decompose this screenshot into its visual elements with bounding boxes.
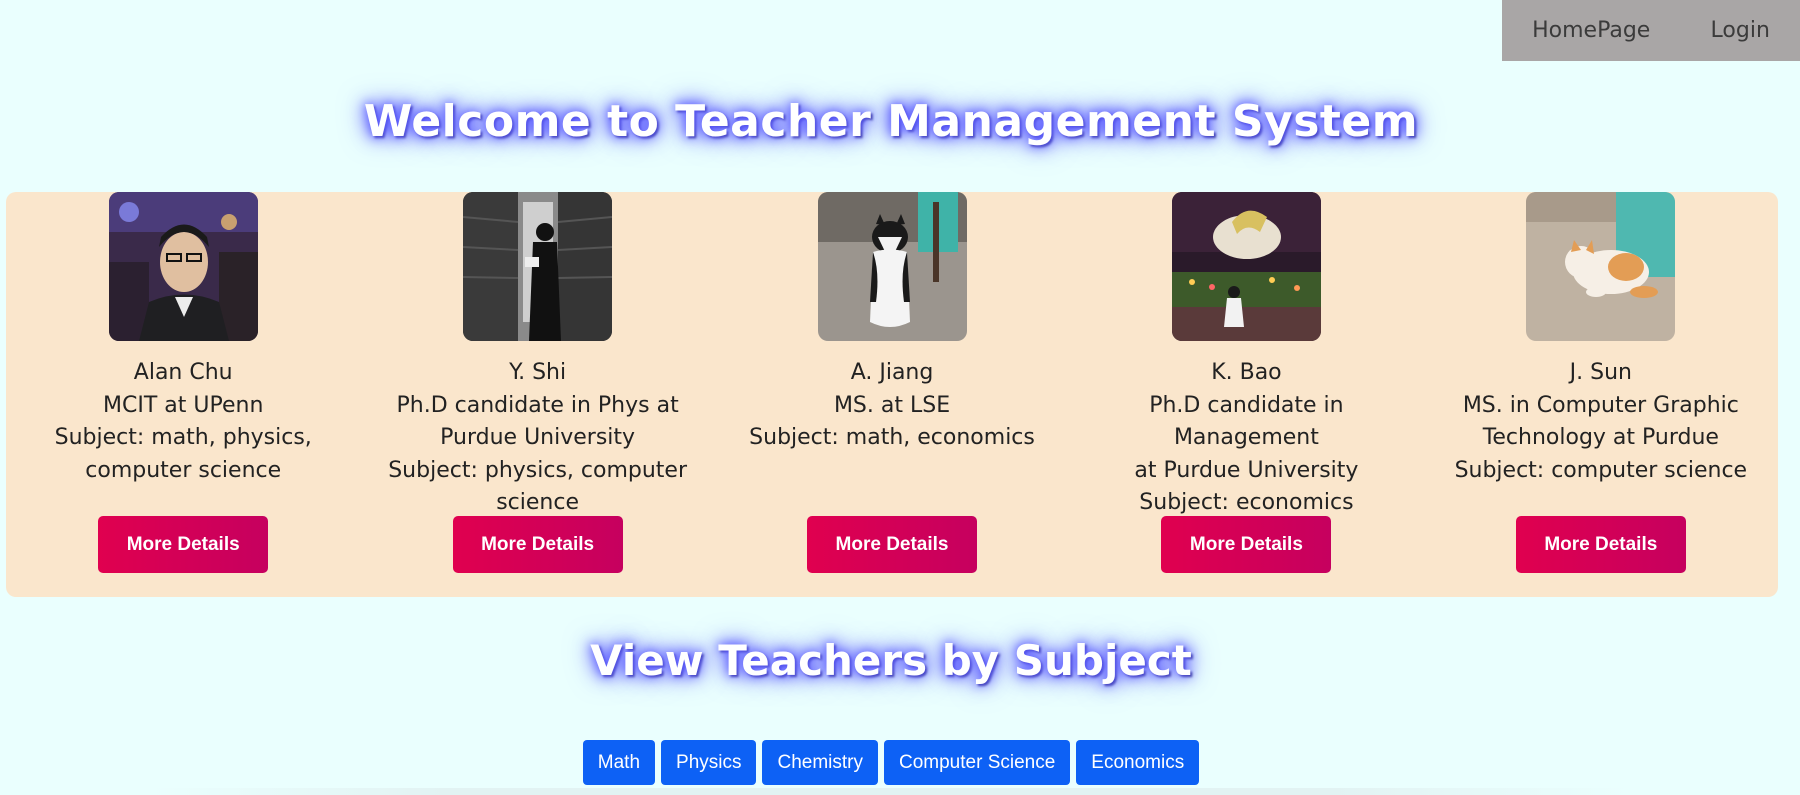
teacher-photo-y-shi bbox=[463, 192, 613, 341]
teacher-photo-k-bao bbox=[1171, 192, 1321, 341]
teacher-name: J. Sun bbox=[1569, 360, 1632, 385]
teacher-detail: MS. at LSE bbox=[833, 392, 951, 418]
teacher-detail: Technology at Purdue bbox=[1482, 425, 1719, 450]
page-title: Welcome to Teacher Management System bbox=[363, 96, 1419, 147]
teacher-detail: Subject: math, economics bbox=[749, 425, 1035, 450]
teacher-detail: MCIT at UPenn bbox=[103, 392, 264, 418]
more-details-button[interactable]: More Details bbox=[807, 516, 978, 573]
teacher-name: A. Jiang bbox=[850, 360, 934, 385]
teacher-detail: Purdue University bbox=[440, 425, 636, 450]
teacher-photo-a-jiang bbox=[817, 192, 967, 341]
subject-button-chemistry[interactable]: Chemistry bbox=[762, 740, 878, 785]
teacher-info: Alan Chu MCIT at UPenn Subject: math, ph… bbox=[13, 357, 353, 487]
subject-button-computer-science[interactable]: Computer Science bbox=[884, 740, 1071, 785]
teacher-card: J. Sun MS. in Computer Graphic Technolog… bbox=[1424, 192, 1778, 597]
teacher-photo-j-sun bbox=[1526, 192, 1676, 341]
teacher-card: Alan Chu MCIT at UPenn Subject: math, ph… bbox=[6, 192, 360, 597]
teacher-name: K. Bao bbox=[1211, 360, 1282, 385]
teacher-detail: Subject: math, physics, bbox=[54, 425, 312, 450]
subject-section-title: View Teachers by Subject bbox=[590, 636, 1192, 685]
top-nav: HomePage Login bbox=[1502, 0, 1800, 61]
teacher-name: Y. Shi bbox=[509, 360, 567, 385]
teacher-detail: Subject: physics, computer bbox=[388, 457, 687, 483]
homepage-link[interactable]: HomePage bbox=[1532, 18, 1650, 43]
more-details-button[interactable]: More Details bbox=[98, 516, 269, 573]
more-details-button[interactable]: More Details bbox=[452, 516, 623, 573]
bottom-divider bbox=[150, 788, 1630, 795]
teacher-detail: MS. in Computer Graphic bbox=[1462, 392, 1739, 418]
teacher-info: Y. Shi Ph.D candidate in Phys at Purdue … bbox=[368, 357, 708, 520]
teacher-info: K. Bao Ph.D candidate in Management at P… bbox=[1076, 357, 1416, 520]
teacher-detail: Subject: economics bbox=[1139, 490, 1354, 515]
more-details-button[interactable]: More Details bbox=[1161, 516, 1332, 573]
teacher-detail: at Purdue University bbox=[1134, 457, 1359, 483]
subject-button-math[interactable]: Math bbox=[582, 740, 656, 785]
teacher-detail: computer science bbox=[85, 457, 282, 483]
subject-button-economics[interactable]: Economics bbox=[1076, 740, 1200, 785]
teacher-cards-panel: Alan Chu MCIT at UPenn Subject: math, ph… bbox=[6, 192, 1778, 597]
subject-filter-bar: Math Physics Chemistry Computer Science … bbox=[0, 740, 1782, 785]
teacher-detail: Subject: computer science bbox=[1454, 457, 1748, 483]
teacher-card: Y. Shi Ph.D candidate in Phys at Purdue … bbox=[360, 192, 714, 597]
teacher-detail: Ph.D candidate in Phys at bbox=[396, 392, 679, 418]
teacher-info: J. Sun MS. in Computer Graphic Technolog… bbox=[1431, 357, 1771, 487]
teacher-name: Alan Chu bbox=[133, 360, 233, 385]
teacher-detail: Ph.D candidate in Management bbox=[1149, 392, 1344, 451]
more-details-button[interactable]: More Details bbox=[1515, 516, 1686, 573]
teacher-info: A. Jiang MS. at LSE Subject: math, econo… bbox=[722, 357, 1062, 455]
teacher-photo-alan-chu bbox=[108, 192, 258, 341]
teacher-detail: science bbox=[496, 490, 579, 515]
teacher-card: A. Jiang MS. at LSE Subject: math, econo… bbox=[715, 192, 1069, 597]
teacher-card: K. Bao Ph.D candidate in Management at P… bbox=[1069, 192, 1423, 597]
subject-button-physics[interactable]: Physics bbox=[661, 740, 757, 785]
login-link[interactable]: Login bbox=[1711, 18, 1770, 43]
